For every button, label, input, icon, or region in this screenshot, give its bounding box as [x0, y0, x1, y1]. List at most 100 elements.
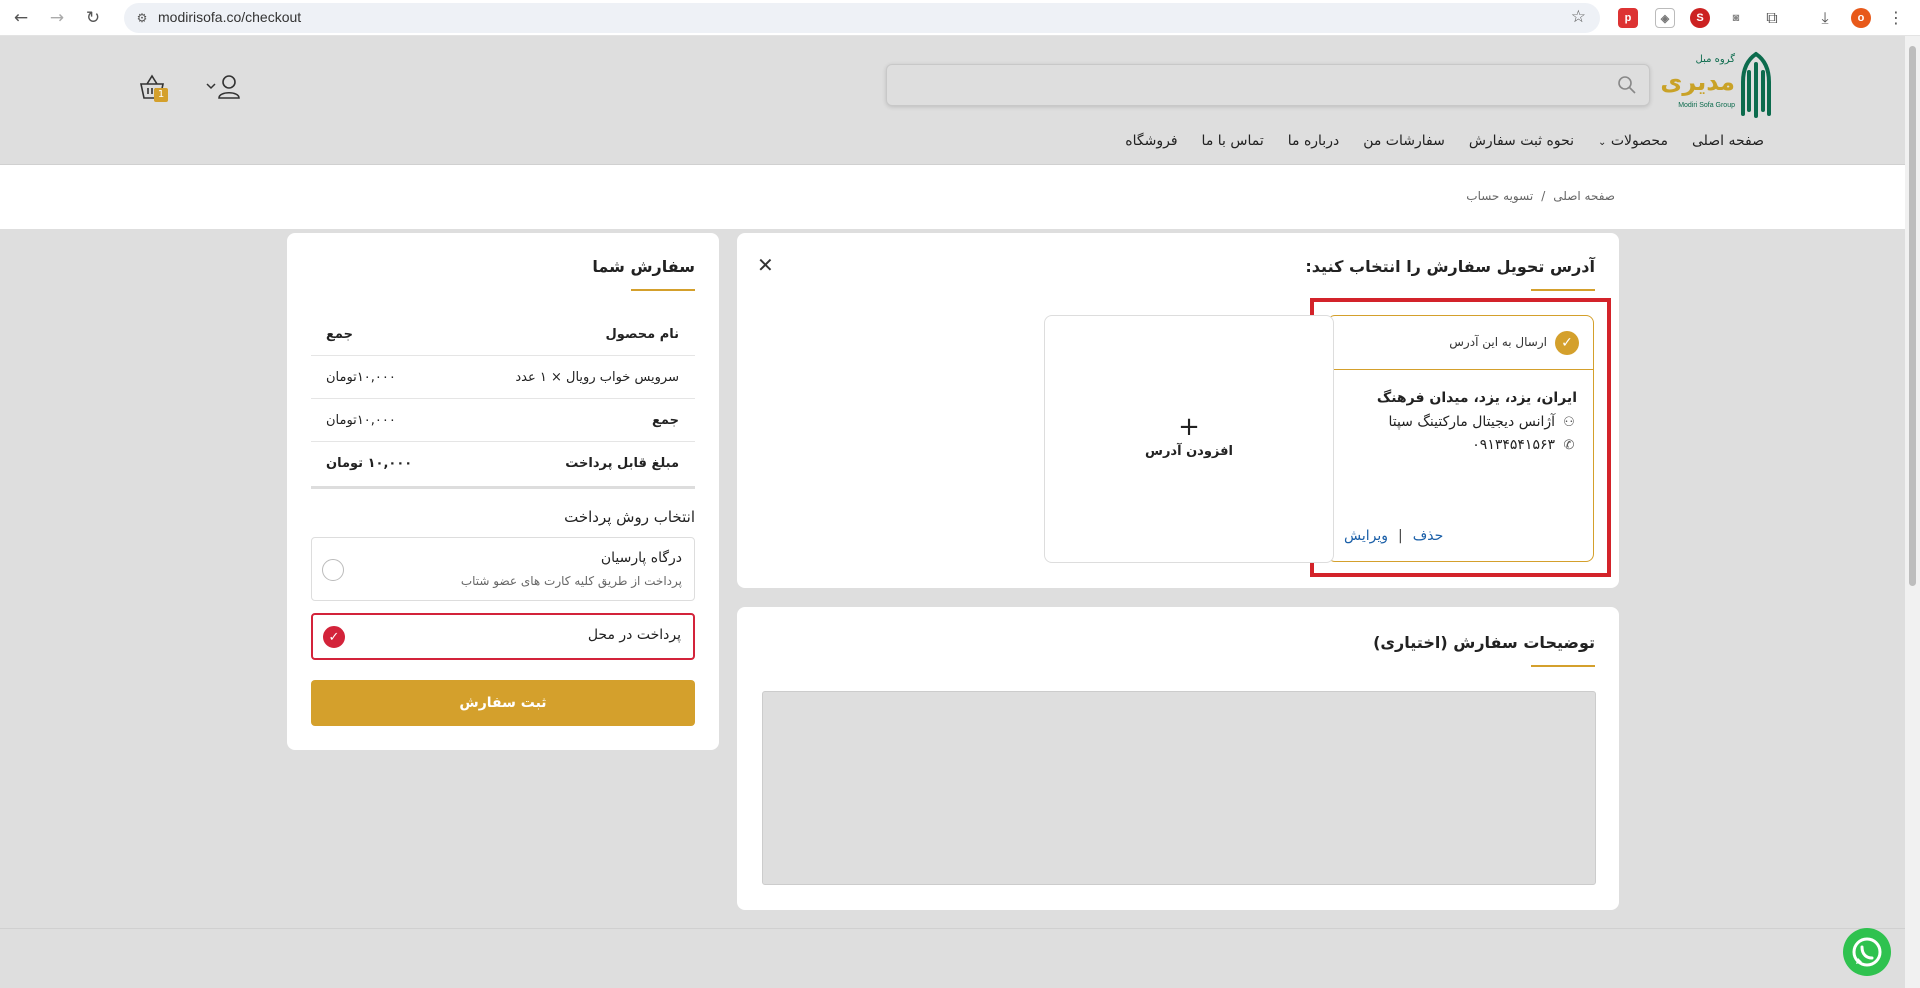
nav-item-home[interactable]: صفحه اصلی: [1692, 133, 1764, 149]
address-actions: حذف | ویرایش: [1344, 528, 1443, 544]
title-underline: [1531, 289, 1595, 291]
item-name: سرویس خواب رویال × ۱ عدد: [515, 370, 679, 385]
bookmark-star-icon[interactable]: ☆: [1571, 7, 1586, 27]
table-row: سرویس خواب رویال × ۱ عدد ۱۰,۰۰۰تومان: [311, 356, 695, 399]
checkmark-icon[interactable]: ✓: [1555, 331, 1579, 355]
column-header-product: نام محصول: [605, 327, 679, 342]
nav-item-my-orders[interactable]: سفارشات من: [1363, 133, 1445, 149]
address-option-header: ✓ ارسال به این آدرس: [1328, 316, 1593, 370]
add-address-button[interactable]: + افزودن آدرس: [1044, 315, 1334, 563]
cart-count-badge: 1: [154, 88, 168, 102]
breadcrumb-bar: صفحه اصلی / تسویه حساب: [0, 165, 1905, 229]
nav-item-shop[interactable]: فروشگاه: [1125, 133, 1177, 149]
recipient-line: ⚇ آژانس دیجیتال مارکتینگ سپتا: [1388, 414, 1577, 430]
site-info-icon[interactable]: ⚙: [134, 10, 150, 26]
person-icon: ⚇: [1563, 415, 1575, 430]
payable-label: مبلغ قابل پرداخت: [565, 456, 679, 471]
extension-camera-icon[interactable]: ◙: [1726, 8, 1746, 28]
nav-item-products[interactable]: محصولات ⌄: [1598, 133, 1668, 149]
site-logo[interactable]: گروه مبل مدیری Modiri Sofa Group: [1660, 50, 1775, 122]
delete-address-link[interactable]: حذف: [1413, 528, 1444, 544]
table-header-row: نام محصول جمع: [311, 313, 695, 356]
whatsapp-button[interactable]: [1843, 928, 1891, 976]
payment-method-title: انتخاب روش پرداخت: [564, 508, 695, 526]
breadcrumb: صفحه اصلی / تسویه حساب: [1466, 189, 1615, 203]
user-icon: [206, 75, 240, 99]
subtotal-row: جمع ۱۰,۰۰۰تومان: [311, 399, 695, 442]
chrome-menu-icon[interactable]: ⋮: [1886, 8, 1906, 28]
parsian-radio[interactable]: [322, 559, 344, 581]
order-summary-card: سفارش شما نام محصول جمع سرویس خواب رویال…: [287, 233, 719, 750]
footer: [0, 928, 1905, 988]
title-underline: [631, 289, 695, 291]
send-to-address-label: ارسال به این آدرس: [1449, 335, 1547, 349]
order-notes-textarea[interactable]: [762, 691, 1596, 885]
breadcrumb-separator: /: [1541, 189, 1546, 203]
logo-top-text: گروه مبل: [1695, 54, 1735, 65]
extension-shield-icon[interactable]: ◈: [1655, 8, 1675, 28]
nav-item-how-to-order[interactable]: نحوه ثبت سفارش: [1469, 133, 1574, 149]
subtotal-value: ۱۰,۰۰۰تومان: [326, 413, 396, 428]
logo-mark-icon: [1741, 52, 1771, 118]
url-text[interactable]: modirisofa.co/checkout: [158, 9, 301, 25]
main-nav: صفحه اصلی محصولات ⌄ نحوه ثبت سفارش سفارش…: [1125, 133, 1764, 149]
search-icon[interactable]: [1617, 75, 1637, 95]
address-text: ایران، یزد، یزد، میدان فرهنگ: [1376, 390, 1577, 406]
order-summary-title: سفارش شما: [592, 257, 695, 276]
column-header-total: جمع: [326, 327, 353, 342]
gateway-name: درگاه پارسیان: [600, 550, 682, 566]
title-underline: [1531, 665, 1595, 667]
cod-name: پرداخت در محل: [587, 627, 681, 643]
cart-button[interactable]: 1: [138, 74, 170, 106]
search-input[interactable]: [897, 71, 1597, 99]
page-scrollbar[interactable]: [1905, 36, 1920, 988]
extensions-puzzle-icon[interactable]: ⧉: [1762, 8, 1782, 28]
nav-item-contact[interactable]: تماس با ما: [1202, 133, 1264, 149]
extension-s-icon[interactable]: S: [1690, 8, 1710, 28]
item-price: ۱۰,۰۰۰تومان: [326, 370, 396, 385]
table-divider: [311, 486, 695, 489]
phone-line: ✆ ۰۹۱۳۴۵۴۱۵۶۳: [1472, 437, 1577, 453]
phone-number: ۰۹۱۳۴۵۴۱۵۶۳: [1472, 437, 1555, 453]
subtotal-label: جمع: [652, 413, 679, 428]
logo-english-text: Modiri Sofa Group: [1678, 102, 1735, 109]
nav-item-about[interactable]: درباره ما: [1288, 133, 1339, 149]
breadcrumb-home[interactable]: صفحه اصلی: [1553, 189, 1615, 203]
address-card: آدرس تحویل سفارش را انتخاب کنید: ✕ ✓ ارس…: [737, 233, 1619, 588]
gateway-description: پرداخت از طریق کلیه کارت های عضو شتاب: [460, 574, 682, 588]
search-box[interactable]: [886, 64, 1650, 106]
plus-icon: +: [1178, 412, 1200, 442]
payment-option-cod[interactable]: ✓ پرداخت در محل: [311, 613, 695, 660]
back-icon[interactable]: ←: [10, 7, 32, 29]
order-notes-title: توضیحات سفارش (اختیاری): [1373, 633, 1595, 652]
downloads-icon[interactable]: ⤓: [1815, 8, 1835, 28]
address-bar[interactable]: ⚙ modirisofa.co/checkout ☆: [124, 3, 1600, 33]
browser-toolbar: ← → ↻ ⚙ modirisofa.co/checkout ☆ p ◈ S ◙…: [0, 0, 1920, 36]
extension-p-icon[interactable]: p: [1618, 8, 1638, 28]
close-icon[interactable]: ✕: [757, 253, 774, 277]
user-account-menu[interactable]: [205, 74, 241, 100]
action-separator: |: [1398, 528, 1403, 544]
order-notes-card: توضیحات سفارش (اختیاری): [737, 607, 1619, 910]
forward-icon[interactable]: →: [46, 7, 68, 29]
nav-item-products-label: محصولات: [1610, 133, 1668, 149]
profile-avatar[interactable]: o: [1851, 8, 1871, 28]
site-header: گروه مبل مدیری Modiri Sofa Group 1 صفحه …: [0, 36, 1905, 165]
breadcrumb-current: تسویه حساب: [1466, 189, 1534, 203]
payable-value: ۱۰,۰۰۰ تومان: [326, 456, 413, 471]
chevron-down-icon: ⌄: [1598, 137, 1607, 148]
address-section-title: آدرس تحویل سفارش را انتخاب کنید:: [1305, 257, 1595, 276]
cod-radio-checked-icon[interactable]: ✓: [323, 626, 345, 648]
recipient-name: آژانس دیجیتال مارکتینگ سپتا: [1388, 414, 1555, 430]
logo-text: مدیری: [1660, 68, 1735, 96]
edit-address-link[interactable]: ویرایش: [1344, 528, 1388, 544]
payable-row: مبلغ قابل پرداخت ۱۰,۰۰۰ تومان: [311, 442, 695, 485]
phone-icon: ✆: [1563, 438, 1575, 453]
add-address-label: افزودن آدرس: [1145, 444, 1233, 459]
whatsapp-icon: [1852, 937, 1882, 967]
payment-option-parsian[interactable]: درگاه پارسیان پرداخت از طریق کلیه کارت ه…: [311, 537, 695, 601]
submit-order-button[interactable]: ثبت سفارش: [311, 680, 695, 726]
scrollbar-thumb[interactable]: [1909, 46, 1916, 586]
address-option-card[interactable]: ✓ ارسال به این آدرس ایران، یزد، یزد، مید…: [1327, 315, 1594, 562]
reload-icon[interactable]: ↻: [82, 7, 104, 29]
